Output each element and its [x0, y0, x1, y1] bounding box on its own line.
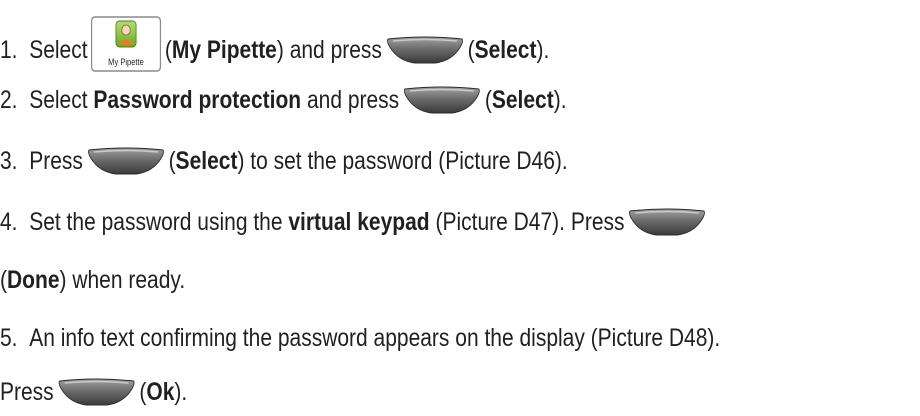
softkey-label: Select: [491, 86, 554, 114]
step-number: 1.: [0, 36, 18, 64]
step-number: 4.: [0, 208, 18, 236]
step-5-continued: Press (Ok).: [0, 375, 187, 409]
softkey-label: Done: [6, 266, 60, 294]
softkey-label: Select: [474, 36, 537, 64]
step-number: 5.: [0, 324, 18, 352]
step-1: 1. Select My Pipette (My Pipette) and pr…: [0, 16, 549, 78]
my-pipette-app-icon: My Pipette: [91, 16, 162, 72]
keypad-term: virtual keypad: [288, 208, 430, 236]
softkey-label: Ok: [146, 378, 175, 406]
step-4: 4. Set the password using the virtual ke…: [0, 205, 710, 239]
softkey-label: Select: [175, 147, 238, 175]
softkey-button-icon: [384, 35, 465, 65]
menu-item-name: Password protection: [93, 86, 302, 114]
softkey-button-icon: [627, 207, 708, 237]
app-name: My Pipette: [171, 36, 277, 64]
softkey-button-icon: [56, 377, 137, 407]
step-2: 2. Select Password protection and press …: [0, 83, 567, 117]
step-5: 5. An info text confirming the password …: [0, 321, 720, 355]
step-text: Select: [29, 36, 88, 64]
step-number: 3.: [0, 147, 18, 175]
softkey-button-icon: [402, 85, 483, 115]
instruction-list: 1. Select My Pipette (My Pipette) and pr…: [0, 0, 920, 416]
step-4-continued: (Done) when ready.: [0, 263, 185, 297]
softkey-button-icon: [85, 146, 166, 176]
icon-caption: My Pipette: [108, 56, 144, 67]
step-number: 2.: [0, 86, 18, 114]
step-3: 3. Press (Select) to set the password (P…: [0, 144, 568, 178]
